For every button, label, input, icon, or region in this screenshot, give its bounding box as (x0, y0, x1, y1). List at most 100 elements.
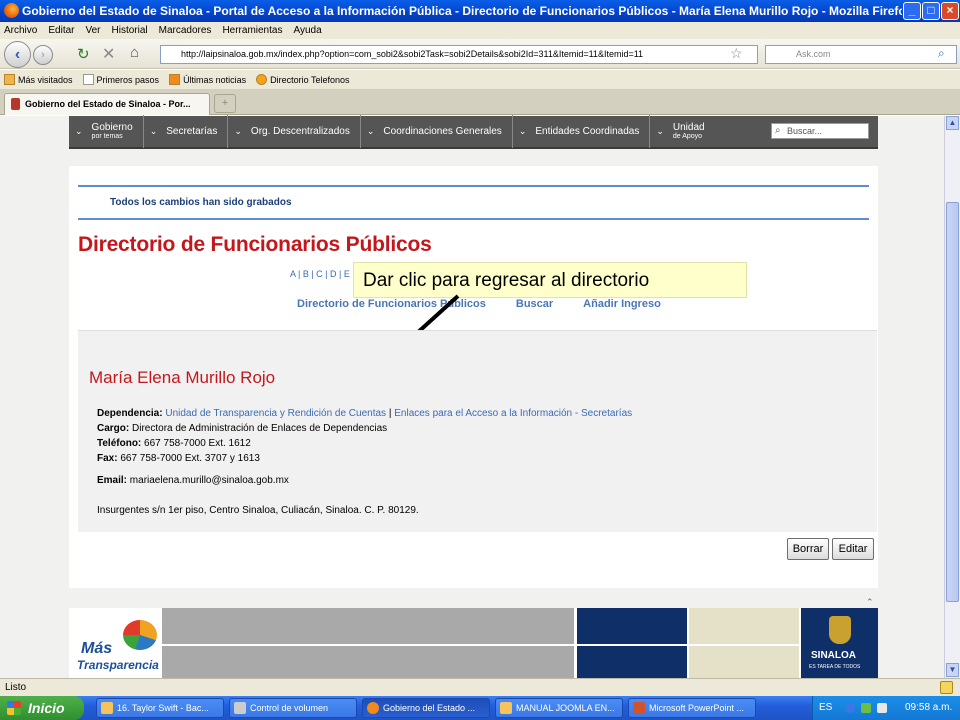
footer-banner (577, 646, 687, 678)
subnav-anadir[interactable]: Añadir Ingreso (583, 298, 661, 310)
menu-bar: Archivo Editar Ver Historial Marcadores … (0, 22, 960, 39)
footer-banner (689, 608, 799, 644)
alphabet-filter[interactable]: A | B | C | D | E (290, 269, 350, 279)
bookmark-icon (256, 74, 268, 85)
person-name: María Elena Murillo Rojo (89, 368, 276, 387)
sinaloa-logo: SINALOA ES TAREA DE TODOS (801, 608, 878, 678)
bookmark-directorio[interactable]: Directorio Telefonos (256, 74, 349, 85)
address-row: Insurgentes s/n 1er piso, Centro Sinaloa… (97, 505, 419, 516)
minimize-button[interactable]: _ (903, 2, 921, 20)
nav-gobierno[interactable]: ⌄ Gobierno por temas (69, 115, 144, 148)
search-icon[interactable]: ⌕ (938, 46, 945, 61)
divider (78, 185, 869, 187)
speaker-icon[interactable] (877, 703, 887, 713)
fax-row: Fax: 667 758-7000 Ext. 3707 y 1613 (97, 453, 260, 464)
chevron-down-icon: ⌄ (518, 126, 527, 136)
edit-button[interactable]: Editar (832, 538, 874, 560)
footer-banner (689, 646, 799, 678)
media-player-icon (101, 702, 113, 714)
task-media-player[interactable]: 16. Taylor Swift - Bac... (96, 698, 224, 718)
start-button[interactable]: Inicio (0, 696, 84, 720)
language-indicator[interactable]: ES (819, 696, 832, 720)
telefono-row: Teléfono: 667 758-7000 Ext. 1612 (97, 438, 251, 449)
page-title: Directorio de Funcionarios Públicos (78, 233, 432, 256)
site-search-input[interactable]: ⌕ Buscar... (771, 123, 869, 139)
new-tab-button[interactable]: + (214, 94, 236, 113)
tray-icon[interactable] (861, 703, 871, 713)
chevron-down-icon: ⌄ (234, 126, 242, 136)
stop-icon[interactable]: ✕ (102, 44, 115, 64)
task-volume[interactable]: Control de volumen (229, 698, 357, 718)
forward-button[interactable]: › (33, 45, 53, 65)
subnav-buscar[interactable]: Buscar (516, 298, 553, 310)
back-button[interactable]: ‹ (4, 41, 31, 68)
scroll-top-icon[interactable]: ⌃ (866, 597, 874, 608)
chevron-down-icon: ⌄ (366, 126, 375, 136)
folder-icon (500, 702, 512, 714)
scroll-up-icon[interactable]: ▲ (946, 116, 959, 130)
nav-entidades[interactable]: ⌄ Entidades Coordinadas (513, 115, 651, 148)
menu-ayuda[interactable]: Ayuda (293, 25, 321, 36)
dependencia-row: Dependencia: Unidad de Transparencia y R… (97, 408, 633, 419)
task-manual-joomla[interactable]: MANUAL JOOMLA EN... (495, 698, 623, 718)
bookmark-icon (82, 74, 94, 85)
bookmark-mas-visitados[interactable]: Más visitados (4, 74, 73, 85)
bookmarks-toolbar: Más visitados Primeros pasos Últimas not… (0, 70, 960, 89)
nav-unidad[interactable]: ⌄ Unidad de Apoyo (650, 115, 714, 148)
mas-transparencia-logo: Más Transparencia (77, 620, 159, 678)
nav-org-descentralizados[interactable]: ⌄ Org. Descentralizados (228, 115, 361, 148)
firefox-icon (367, 702, 379, 714)
menu-ver[interactable]: Ver (85, 25, 100, 36)
menu-marcadores[interactable]: Marcadores (159, 25, 212, 36)
dependencia-link-2[interactable]: Enlaces para el Acceso a la Información … (394, 408, 632, 419)
bookmark-primeros-pasos[interactable]: Primeros pasos (82, 74, 159, 85)
clock: 09:58 a.m. (905, 702, 953, 713)
tray-icon[interactable] (845, 703, 855, 713)
task-powerpoint[interactable]: Microsoft PowerPoint ... (628, 698, 756, 718)
logo-emblem-icon (123, 620, 157, 650)
menu-editar[interactable]: Editar (48, 25, 74, 36)
task-firefox[interactable]: Gobierno del Estado ... (362, 698, 490, 718)
menu-archivo[interactable]: Archivo (4, 25, 37, 36)
bookmark-ultimas-noticias[interactable]: Últimas noticias (169, 74, 246, 85)
rss-icon (169, 74, 181, 85)
dependencia-link-1[interactable]: Unidad de Transparencia y Rendición de C… (165, 408, 386, 419)
home-icon[interactable]: ⌂ (130, 44, 139, 61)
speaker-icon (234, 702, 246, 714)
addon-status-icon[interactable] (940, 681, 953, 694)
delete-button[interactable]: Borrar (787, 538, 829, 560)
tab-gobierno[interactable]: Gobierno del Estado de Sinaloa - Por... (4, 93, 210, 115)
address-bar[interactable]: http://laipsinaloa.gob.mx/index.php?opti… (160, 45, 758, 64)
chevron-down-icon: ⌄ (656, 126, 664, 136)
close-button[interactable]: × (941, 2, 959, 20)
status-text: Listo (5, 682, 27, 693)
maximize-button[interactable]: □ (922, 2, 940, 20)
email-row: Email: mariaelena.murillo@sinaloa.gob.mx (97, 475, 289, 486)
cargo-row: Cargo: Directora de Administración de En… (97, 423, 388, 434)
window-title: Gobierno del Estado de Sinaloa - Portal … (22, 4, 902, 18)
menu-herramientas[interactable]: Herramientas (222, 25, 282, 36)
site-footer: Más Transparencia SINALOA ES TAREA DE TO… (69, 608, 878, 678)
chevron-down-icon: ⌄ (75, 126, 83, 136)
bookmark-star-icon[interactable]: ☆ (730, 45, 743, 62)
reload-icon[interactable]: ↻ (77, 45, 90, 63)
firefox-icon (4, 3, 19, 18)
footer-banner (162, 646, 574, 678)
windows-logo-icon (7, 701, 21, 715)
chevron-down-icon: ⌄ (149, 126, 158, 136)
site-favicon-icon (11, 98, 20, 110)
scroll-down-icon[interactable]: ▼ (946, 663, 959, 677)
saved-message: Todos los cambios han sido grabados (110, 197, 292, 208)
search-input[interactable]: Ask.com (765, 45, 957, 64)
site-navigation: ⌄ Gobierno por temas ⌄ Secretarías ⌄ Org. De… (69, 115, 878, 149)
bookmark-icon (4, 74, 15, 85)
footer-banner (577, 608, 687, 644)
nav-coordinaciones[interactable]: ⌄ Coordinaciones Generales (361, 115, 513, 148)
system-tray: ES 09:58 a.m. (812, 696, 960, 720)
menu-historial[interactable]: Historial (112, 25, 148, 36)
window-titlebar: Gobierno del Estado de Sinaloa - Portal … (0, 0, 960, 22)
coat-of-arms-icon (829, 616, 851, 644)
scrollbar-thumb[interactable] (946, 202, 959, 602)
divider (78, 218, 869, 220)
nav-secretarias[interactable]: ⌄ Secretarías (144, 115, 229, 148)
